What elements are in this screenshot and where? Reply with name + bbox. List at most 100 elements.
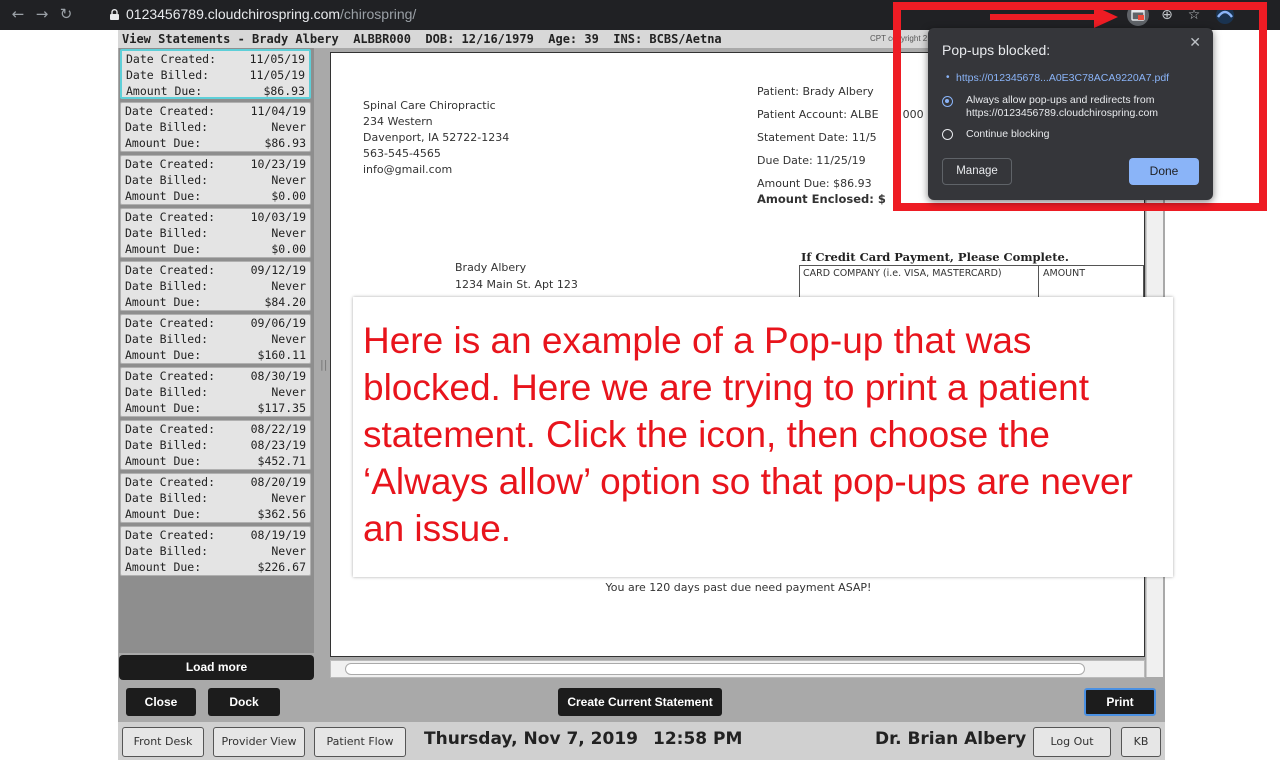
field-value: Never <box>271 173 306 187</box>
field-label: Date Billed: <box>125 544 209 558</box>
patient-flow-button[interactable]: Patient Flow <box>314 727 406 757</box>
field-value: 11/05/19 <box>249 52 305 66</box>
back-arrow-icon[interactable]: ← <box>8 5 28 23</box>
statement-created-row: Date Created: 09/12/19 <box>121 262 310 278</box>
field-value: 10/03/19 <box>250 210 306 224</box>
statement-card[interactable]: Date Created: 11/04/19 Date Billed: Never Am… <box>120 102 311 152</box>
field-value: 08/30/19 <box>250 369 306 383</box>
provider-view-button[interactable]: Provider View <box>213 727 305 757</box>
print-button[interactable]: Print <box>1084 688 1156 716</box>
load-more-button[interactable]: Load more <box>119 655 314 680</box>
field-value: 08/19/19 <box>250 528 306 542</box>
patient-info-bar: View Statements - Brady Albery ALBBR000 … <box>118 30 1018 48</box>
forward-arrow-icon[interactable]: → <box>32 5 52 23</box>
log-out-button[interactable]: Log Out <box>1033 727 1111 757</box>
block-option-label[interactable]: Continue blocking <box>966 128 1049 141</box>
statement-billed-row: Date Billed: Never <box>121 225 310 241</box>
amount-enclosed: Amount Enclosed: $ <box>757 192 886 206</box>
statement-created-row: Date Created: 11/05/19 <box>122 51 309 67</box>
front-desk-button[interactable]: Front Desk <box>122 727 204 757</box>
reload-icon[interactable]: ↻ <box>56 5 76 23</box>
statement-due-row: Amount Due: $160.11 <box>121 347 310 363</box>
splitter-handle[interactable]: || <box>320 358 327 371</box>
current-date: Thursday, Nov 7, 2019 <box>424 729 638 749</box>
field-label: Amount Due: <box>125 189 202 203</box>
past-due-message: You are 120 days past due need payment A… <box>605 581 872 594</box>
field-label: Date Created: <box>125 528 216 542</box>
field-value: $226.67 <box>257 560 306 574</box>
dock-button[interactable]: Dock <box>208 688 280 716</box>
statement-billed-row: Date Billed: Never <box>121 278 310 294</box>
statement-card[interactable]: Date Created: 10/23/19 Date Billed: Never Am… <box>120 155 311 205</box>
provider-name: Dr. Brian Albery <box>875 729 1027 749</box>
field-value: $84.20 <box>264 295 306 309</box>
field-label: Amount Due: <box>126 84 203 98</box>
allow-option-label[interactable]: Always allow pop-ups and redirects from … <box>966 94 1206 120</box>
statement-card[interactable]: Date Created: 08/20/19 Date Billed: Never Am… <box>120 473 311 523</box>
close-icon[interactable]: ✕ <box>1189 34 1201 51</box>
statement-billed-row: Date Billed: Never <box>121 543 310 559</box>
lock-icon <box>110 9 119 20</box>
field-label: Date Created: <box>125 157 216 171</box>
statement-billed-row: Date Billed: Never <box>121 490 310 506</box>
field-value: $160.11 <box>257 348 306 362</box>
field-label: Date Created: <box>125 369 216 383</box>
field-label: Date Billed: <box>125 385 209 399</box>
kb-button[interactable]: KB <box>1121 727 1161 757</box>
statement-card[interactable]: Date Created: 08/30/19 Date Billed: Never Am… <box>120 367 311 417</box>
statement-created-row: Date Created: 10/03/19 <box>121 209 310 225</box>
field-value: Never <box>271 120 306 134</box>
field-value: Never <box>271 226 306 240</box>
field-value: Never <box>271 544 306 558</box>
statement-billed-row: Date Billed: Never <box>121 172 310 188</box>
statement-created-row: Date Created: 10/23/19 <box>121 156 310 172</box>
statement-created-row: Date Created: 08/22/19 <box>121 421 310 437</box>
cc-company-header: CARD COMPANY (i.e. VISA, MASTERCARD) <box>803 268 1002 279</box>
statement-card[interactable]: Date Created: 09/12/19 Date Billed: Never Am… <box>120 261 311 311</box>
statement-card[interactable]: Date Created: 08/19/19 Date Billed: Never Am… <box>120 526 311 576</box>
field-label: Date Created: <box>125 210 216 224</box>
blocked-url-link[interactable]: https://012345678...A0E3C78ACA9220A7.pdf <box>956 72 1169 84</box>
red-arrow-icon <box>990 6 1118 28</box>
statement-due-row: Amount Due: $86.93 <box>121 135 310 151</box>
create-statement-button[interactable]: Create Current Statement <box>558 688 722 716</box>
statement-card[interactable]: Date Created: 10/03/19 Date Billed: Never Am… <box>120 208 311 258</box>
allow-radio[interactable] <box>942 96 953 107</box>
field-value: 08/23/19 <box>250 438 306 452</box>
statement-card[interactable]: Date Created: 09/06/19 Date Billed: Never Am… <box>120 314 311 364</box>
manage-button[interactable]: Manage <box>942 158 1012 185</box>
field-label: Date Created: <box>126 52 217 66</box>
popup-blocked-dialog: Pop-ups blocked: ✕ • https://012345678..… <box>928 28 1213 200</box>
field-label: Date Created: <box>125 422 216 436</box>
field-label: Amount Due: <box>125 401 202 415</box>
patient-info-text: View Statements - Brady Albery ALBBR000 … <box>122 32 722 46</box>
field-label: Date Created: <box>125 104 216 118</box>
field-label: Amount Due: <box>125 136 202 150</box>
horizontal-scrollbar[interactable] <box>330 660 1145 678</box>
statement-card[interactable]: Date Created: 11/05/19 Date Billed: 11/05/1… <box>120 49 311 99</box>
statement-due-row: Amount Due: $452.71 <box>121 453 310 469</box>
statement-card[interactable]: Date Created: 08/22/19 Date Billed: 08/23/1… <box>120 420 311 470</box>
done-button[interactable]: Done <box>1129 158 1199 185</box>
statement-billed-row: Date Billed: 08/23/19 <box>121 437 310 453</box>
field-label: Amount Due: <box>125 348 202 362</box>
patient-address: Brady Albery 1234 Main St. Apt 123 <box>455 259 578 293</box>
field-label: Date Billed: <box>126 68 210 82</box>
practice-line: info@gmail.com <box>363 163 453 176</box>
practice-line: Davenport, IA 52722-1234 <box>363 131 510 144</box>
close-button[interactable]: Close <box>126 688 196 716</box>
field-value: 11/05/19 <box>249 68 305 82</box>
statement-due-row: Amount Due: $0.00 <box>121 188 310 204</box>
field-value: $452.71 <box>257 454 306 468</box>
field-value: Never <box>271 491 306 505</box>
statement-billed-row: Date Billed: Never <box>121 331 310 347</box>
field-value: 08/20/19 <box>250 475 306 489</box>
statement-created-row: Date Created: 08/20/19 <box>121 474 310 490</box>
block-radio[interactable] <box>942 129 953 140</box>
address-bar[interactable]: 0123456789.cloudchirospring.com/chirospr… <box>126 6 416 22</box>
tutorial-annotation: Here is an example of a Pop-up that was … <box>353 297 1173 577</box>
field-value: $117.35 <box>257 401 306 415</box>
url-host: 0123456789.cloudchirospring.com <box>126 6 341 22</box>
field-label: Amount Due: <box>125 560 202 574</box>
statement-due-row: Amount Due: $362.56 <box>121 506 310 522</box>
